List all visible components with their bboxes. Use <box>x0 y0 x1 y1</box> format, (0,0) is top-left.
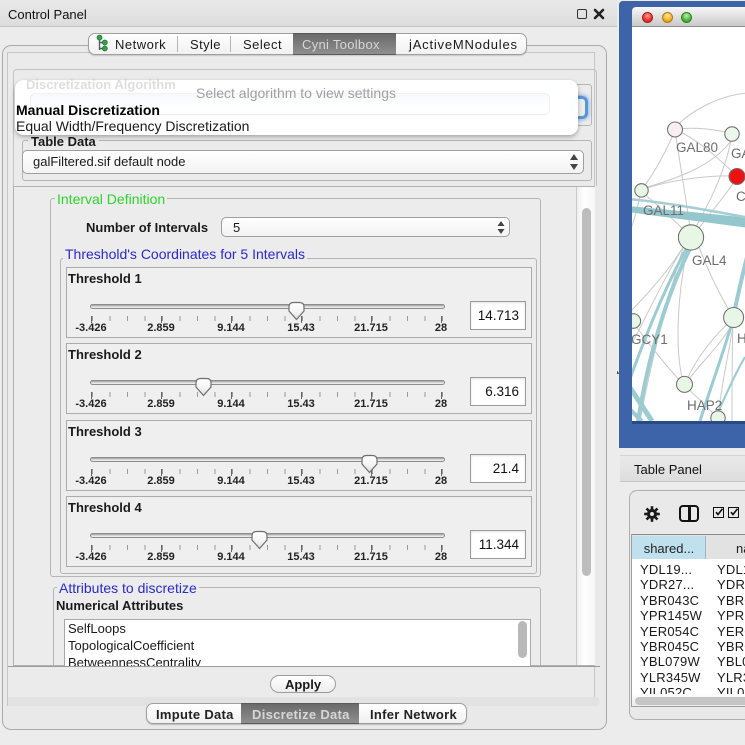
svg-text:HAP2: HAP2 <box>687 398 722 413</box>
svg-text:GCY1: GCY1 <box>632 332 668 347</box>
svg-text:H: H <box>737 331 745 346</box>
svg-text:GAL11: GAL11 <box>643 203 684 218</box>
svg-text:GAL4: GAL4 <box>692 253 727 268</box>
svg-text:GAL80: GAL80 <box>676 140 718 155</box>
svg-text:GA: GA <box>731 146 745 161</box>
svg-text:CD: CD <box>736 189 745 204</box>
